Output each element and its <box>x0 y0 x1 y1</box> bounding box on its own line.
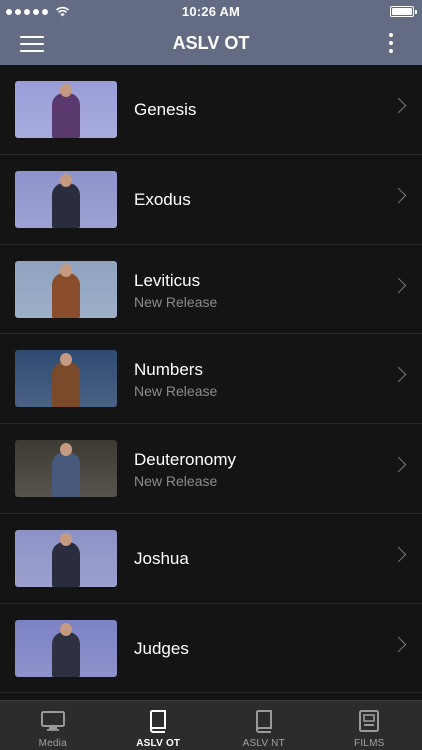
video-thumbnail <box>15 260 117 318</box>
monitor-icon <box>40 711 65 731</box>
chevron-right-icon <box>390 277 407 293</box>
book-subtitle: New Release <box>134 383 218 400</box>
chevron-right-icon <box>390 636 407 652</box>
list-item[interactable]: Joshua <box>0 514 422 604</box>
book-list: Genesis Exodus Leviticus New Release Numbers… <box>0 65 422 700</box>
list-item[interactable]: Leviticus New Release <box>0 245 422 335</box>
tab-aslv-nt[interactable]: ASLV NT <box>211 701 317 750</box>
nav-bar: ASLV OT <box>0 22 422 65</box>
book-title: Genesis <box>134 100 197 119</box>
tab-aslv-ot[interactable]: ASLV OT <box>106 701 212 750</box>
video-thumbnail <box>15 440 117 497</box>
book-title: Deuteronomy <box>134 450 237 469</box>
chevron-right-icon <box>390 546 407 563</box>
book-subtitle: New Release <box>134 293 218 310</box>
book-title: Numbers <box>134 360 203 380</box>
video-thumbnail <box>15 350 117 408</box>
list-item[interactable]: Exodus <box>0 155 422 245</box>
chevron-right-icon <box>390 97 407 114</box>
book-icon <box>255 710 272 733</box>
more-options-icon[interactable] <box>388 32 394 54</box>
book-title: Leviticus <box>134 270 201 290</box>
book-icon <box>150 710 167 733</box>
battery-icon <box>390 6 417 17</box>
status-bar: 10:26 AM <box>0 0 422 22</box>
tab-media[interactable]: Media <box>0 701 106 750</box>
video-thumbnail <box>15 529 117 587</box>
tab-bar: Media ASLV OT ASLV NT FILMS <box>0 700 422 750</box>
chevron-right-icon <box>390 456 407 473</box>
book-title: Exodus <box>134 189 191 209</box>
book-title: Joshua <box>134 548 189 568</box>
book-title: Judges <box>134 638 189 658</box>
list-item[interactable]: Numbers New Release <box>0 334 422 424</box>
chevron-right-icon <box>390 187 407 204</box>
tab-films[interactable]: FILMS <box>317 701 422 750</box>
book-subtitle: New Release <box>134 473 218 489</box>
list-item[interactable]: Deuteronomy New Release <box>0 424 422 514</box>
video-thumbnail <box>15 81 117 138</box>
page-title: ASLV OT <box>172 33 250 53</box>
status-time: 10:26 AM <box>181 4 241 19</box>
list-item[interactable]: Genesis <box>0 65 422 155</box>
video-thumbnail <box>15 170 117 228</box>
chevron-right-icon <box>390 366 407 383</box>
list-item[interactable]: Judges <box>0 604 422 694</box>
film-icon <box>359 710 380 732</box>
video-thumbnail <box>15 619 117 677</box>
